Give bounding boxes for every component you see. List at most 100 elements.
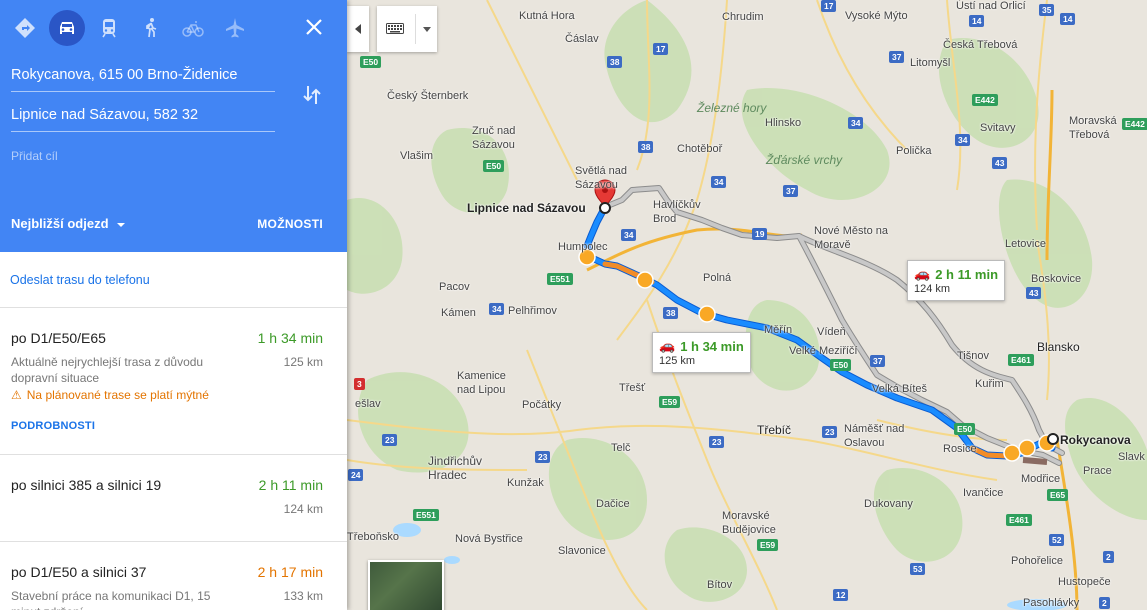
origin-field[interactable]: Rokycanova, 615 00 Brno-Židenice [11,67,275,92]
callout-time: 2 h 11 min [935,266,999,282]
callout-distance: 125 km [659,355,696,367]
road-shield: E50 [360,56,382,68]
road-shield: E50 [830,359,852,371]
route-callout-alt[interactable]: 🚗 2 h 11 min 124 km [907,260,1006,301]
route-callout-main[interactable]: 🚗 1 h 34 min 125 km [652,332,751,373]
town-label: Moravské Budějovice [722,510,776,536]
town-label: Kutná Hora [519,10,575,22]
road-shield: E461 [1006,514,1032,526]
send-to-phone-link[interactable]: Odeslat trasu do telefonu [10,273,150,287]
road-shield: E442 [1122,118,1147,130]
road-shield: 35 [1039,4,1055,16]
town-label: Polná [703,272,732,284]
road-shield: 34 [848,117,864,129]
road-shield: 23 [382,434,398,446]
town-label: Tišnov [957,350,989,362]
route-name: po silnici 385 a silnici 19 [11,477,162,493]
town-label: Nové Město na Moravě [814,225,888,251]
town-label: Litomyšl [910,57,951,69]
road-shield: 17 [653,43,669,55]
town-label: Náměšť nad Oslavou [844,423,905,449]
add-destination-field[interactable]: Přidat cíl [11,149,275,171]
warning-icon: ⚠ [11,388,22,402]
departure-label: Nejbližší odjezd [11,216,109,231]
town-label: Měřín [764,324,793,336]
road-shield: E59 [659,396,681,408]
destination-field[interactable]: Lipnice nad Sázavou, 582 32 [11,107,275,132]
town-label: ešlav [355,398,381,410]
town-label: Vysoké Mýto [845,10,908,22]
toll-warning: ⚠ Na plánované trase se platí mýtné [11,388,209,402]
road-shield: 3 [354,378,365,390]
route-option[interactable]: po D1/E50 a silnici 37 2 h 17 min 133 km… [0,542,347,610]
route-details-link[interactable]: PODROBNOSTI [11,420,95,432]
departure-dropdown[interactable]: Nejbližší odjezd [11,216,125,231]
town-label: Pacov [439,281,470,293]
town-label: Hlinsko [765,117,802,129]
route-description: Stavební práce na komunikaci D1, 15 minu… [11,589,211,610]
town-label: Prace [1083,465,1112,477]
town-label: Pelhřimov [508,305,557,317]
road-shield: 23 [822,426,838,438]
road-shield: E551 [413,509,439,521]
town-label: Počátky [522,399,562,411]
road-shield: 23 [535,451,551,463]
road-shield: 34 [711,176,727,188]
route-time: 2 h 11 min [258,477,323,493]
town-label: Vlašim [400,150,434,162]
town-label: Ústí nad Orlicí [956,0,1026,12]
town-label: Chrudim [722,11,764,23]
travel-mode-bar [4,10,256,46]
town-label: Pasohlávky [1023,597,1080,609]
mode-transit-button[interactable] [88,10,130,46]
town-label: Modřice [1021,473,1061,485]
road-shield: 23 [709,436,725,448]
town-label: Český Šternberk [387,90,469,102]
road-shield: 37 [889,51,905,63]
town-label: Hustopeče [1058,576,1111,588]
diamond-directions-icon [15,18,35,38]
town-label: Velká Bíteš [872,383,928,395]
toll-warning-text: Na plánované trase se platí mýtné [26,388,209,402]
caret-down-icon[interactable] [423,27,431,32]
road-shield: E65 [1047,489,1069,501]
road-shield: 19 [752,228,768,240]
town-label: Svitavy [980,122,1016,134]
input-tools-button[interactable] [377,6,437,52]
road-shield: 37 [783,185,799,197]
departure-bar: Nejbližší odjezd MOŽNOSTI [0,196,347,252]
car-icon [60,22,74,34]
swap-icon[interactable] [303,84,321,106]
origin-label: Rokycanova [1060,433,1131,447]
route-option[interactable]: po D1/E50/E65 1 h 34 min 125 km Aktuálně… [0,308,347,455]
route-option[interactable]: po silnici 385 a silnici 19 2 h 11 min 1… [0,455,347,542]
mode-walking-button[interactable] [130,10,172,46]
mode-best-button[interactable] [4,10,46,46]
town-label: Polička [896,145,932,157]
mode-driving-button[interactable] [46,10,88,46]
collapse-panel-button[interactable] [347,6,369,52]
town-label: Telč [611,442,631,454]
road-shield: 2 [1103,551,1114,563]
route-distance: 124 km [283,502,323,516]
route-distance: 133 km [283,589,323,603]
road-shield: E551 [547,273,573,285]
town-label: Pohořelice [1011,555,1063,567]
town-label: Velké Meziříčí [789,345,858,357]
road-shield: 52 [1049,534,1065,546]
town-label: Světlá nad Sázavou [575,165,627,191]
close-icon[interactable] [303,16,325,38]
origin-dot[interactable] [1047,433,1059,445]
car-icon: 🚗 [659,338,676,353]
road-shield: 53 [910,563,926,575]
town-label: Moravská Třebová [1069,115,1117,141]
road-shield: 37 [870,355,886,367]
mode-cycling-button[interactable] [172,10,214,46]
map-canvas[interactable]: Železné hory Žďárské vrchy Kutná Hora Čá… [347,0,1147,610]
satellite-layer-toggle[interactable] [368,560,444,610]
mode-flights-button[interactable] [214,10,256,46]
directions-panel: Rokycanova, 615 00 Brno-Židenice Lipnice… [0,0,347,610]
airplane-icon [226,18,244,38]
options-button[interactable]: MOŽNOSTI [257,217,323,231]
keyboard-icon [386,23,404,34]
